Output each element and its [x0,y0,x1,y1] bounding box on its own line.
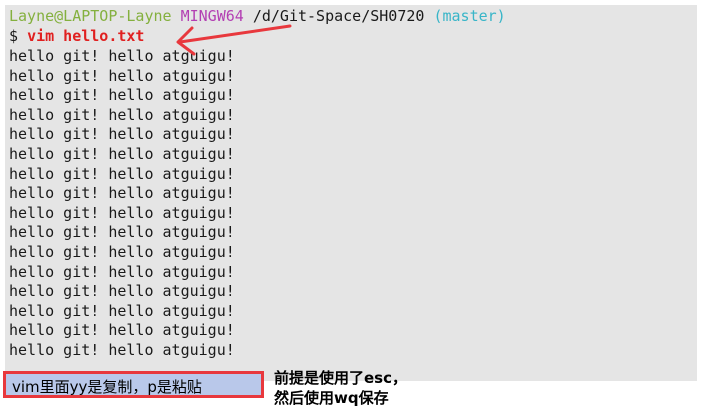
output-line: hello git! hello atguigu! [9,184,235,203]
side-note-line-1: 前提是使用了esc， [274,369,407,387]
command-text: vim hello.txt [27,27,145,45]
output-line: hello git! hello atguigu! [9,262,235,281]
arrow-shaft [178,24,292,44]
prompt-symbol: $ [9,27,19,45]
side-note-line-2: 然后使用wq保存 [274,389,389,407]
command-line: $ vim hello.txt [9,27,144,47]
output-line: hello git! hello atguigu! [9,223,235,242]
terminal-window[interactable]: Layne@LAPTOP-Layne MINGW64 /d/Git-Space/… [5,5,697,381]
output-line: hello git! hello atguigu! [9,340,235,359]
annotation-box: vim里面yy是复制，p是粘贴 [3,371,264,398]
output-line: hello git! hello atguigu! [9,105,235,124]
output-line: hello git! hello atguigu! [9,242,235,261]
output-line: hello git! hello atguigu! [9,321,235,340]
output-line: hello git! hello atguigu! [9,144,235,163]
red-arrow-annotation [176,24,292,56]
output-line: hello git! hello atguigu! [9,86,235,105]
prompt-branch: (master) [433,7,506,25]
output-line: hello git! hello atguigu! [9,301,235,320]
output-line: hello git! hello atguigu! [9,125,235,144]
output-line: hello git! hello atguigu! [9,282,235,301]
output-line: hello git! hello atguigu! [9,203,235,222]
side-note: 前提是使用了esc， 然后使用wq保存 [274,368,407,408]
output-line: hello git! hello atguigu! [9,164,235,183]
output-line: hello git! hello atguigu! [9,66,235,85]
prompt-user-host: Layne@LAPTOP-Layne [9,7,172,25]
annotation-box-text: vim里面yy是复制，p是粘贴 [12,378,202,396]
terminal-output: hello git! hello atguigu! hello git! hell… [9,47,235,361]
